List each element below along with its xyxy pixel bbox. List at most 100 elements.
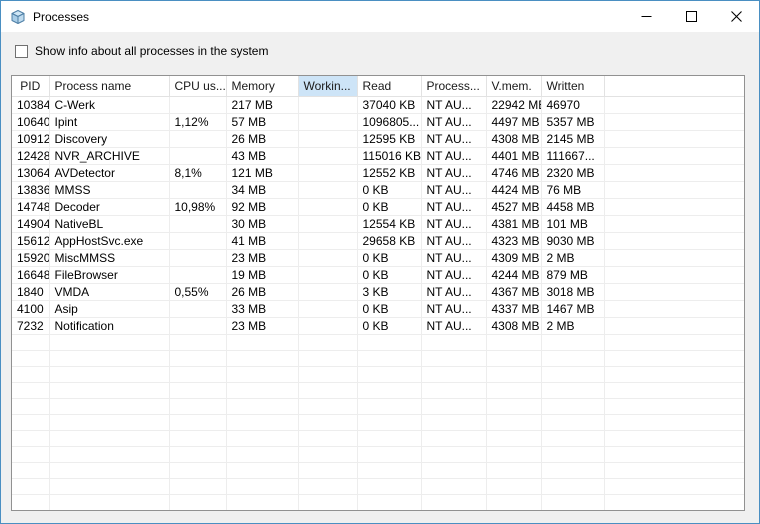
- empty-cell: [49, 382, 169, 398]
- cell: AVDetector: [49, 164, 169, 181]
- empty-cell: [421, 494, 486, 510]
- table-row[interactable]: 4100Asip33 MB0 KBNT AU...4337 MB1467 MB: [12, 300, 744, 317]
- cell: NT AU...: [421, 181, 486, 198]
- cell: [604, 164, 744, 181]
- title-bar[interactable]: Processes: [1, 1, 759, 32]
- table-row[interactable]: 13064AVDetector8,1%121 MB12552 KBNT AU..…: [12, 164, 744, 181]
- empty-cell: [486, 430, 541, 446]
- cell: [604, 266, 744, 283]
- cell: 46970: [541, 96, 604, 113]
- table-row[interactable]: 1840VMDA0,55%26 MB3 KBNT AU...4367 MB301…: [12, 283, 744, 300]
- empty-cell: [486, 350, 541, 366]
- table-row[interactable]: 15920MiscMMSS23 MB0 KBNT AU...4309 MB2 M…: [12, 249, 744, 266]
- column-header-read[interactable]: Read: [357, 76, 421, 96]
- empty-cell: [12, 462, 49, 478]
- table-row[interactable]: 10384C-Werk217 MB37040 KBNT AU...22942 M…: [12, 96, 744, 113]
- empty-cell: [49, 446, 169, 462]
- close-button[interactable]: [714, 1, 759, 32]
- empty-cell: [604, 334, 744, 350]
- cell: 10,98%: [169, 198, 226, 215]
- cell: 2 MB: [541, 249, 604, 266]
- cell: 1467 MB: [541, 300, 604, 317]
- empty-cell: [226, 446, 298, 462]
- empty-cell: [421, 398, 486, 414]
- empty-row: [12, 478, 744, 494]
- cell: NT AU...: [421, 198, 486, 215]
- column-header-process[interactable]: Process...: [421, 76, 486, 96]
- empty-cell: [49, 462, 169, 478]
- cell: 10912: [12, 130, 49, 147]
- table-row[interactable]: 15612AppHostSvc.exe41 MB29658 KBNT AU...…: [12, 232, 744, 249]
- cell: 0 KB: [357, 266, 421, 283]
- cell: 37040 KB: [357, 96, 421, 113]
- cell: [604, 181, 744, 198]
- empty-cell: [298, 414, 357, 430]
- process-table: PIDProcess nameCPU us...MemoryWorkin...R…: [12, 76, 744, 511]
- column-header-memory[interactable]: Memory: [226, 76, 298, 96]
- cell: 115016 KB: [357, 147, 421, 164]
- cell: AppHostSvc.exe: [49, 232, 169, 249]
- cell: [298, 300, 357, 317]
- column-header-v-mem[interactable]: V.mem.: [486, 76, 541, 96]
- empty-cell: [169, 350, 226, 366]
- cell: 2320 MB: [541, 164, 604, 181]
- cell: 15612: [12, 232, 49, 249]
- empty-cell: [169, 366, 226, 382]
- column-header-workin[interactable]: Workin...: [298, 76, 357, 96]
- column-header-written[interactable]: Written: [541, 76, 604, 96]
- column-header-process-name[interactable]: Process name: [49, 76, 169, 96]
- empty-cell: [541, 350, 604, 366]
- cell: Notification: [49, 317, 169, 334]
- empty-cell: [486, 462, 541, 478]
- cell: NT AU...: [421, 130, 486, 147]
- cell: 26 MB: [226, 283, 298, 300]
- empty-cell: [421, 462, 486, 478]
- process-list[interactable]: PIDProcess nameCPU us...MemoryWorkin...R…: [11, 75, 745, 511]
- cell: [604, 147, 744, 164]
- cell: 22942 MB: [486, 96, 541, 113]
- empty-row: [12, 446, 744, 462]
- column-header-pid[interactable]: PID: [12, 76, 49, 96]
- cell: NT AU...: [421, 300, 486, 317]
- empty-cell: [12, 334, 49, 350]
- table-row[interactable]: 7232Notification23 MB0 KBNT AU...4308 MB…: [12, 317, 744, 334]
- cell: 23 MB: [226, 249, 298, 266]
- empty-cell: [357, 334, 421, 350]
- cell: NT AU...: [421, 283, 486, 300]
- table-row[interactable]: 14748Decoder10,98%92 MB0 KBNT AU...4527 …: [12, 198, 744, 215]
- empty-cell: [12, 430, 49, 446]
- column-header-cpu-us[interactable]: CPU us...: [169, 76, 226, 96]
- show-all-checkbox[interactable]: [15, 45, 28, 58]
- empty-cell: [357, 350, 421, 366]
- cell: NativeBL: [49, 215, 169, 232]
- empty-cell: [12, 366, 49, 382]
- table-row[interactable]: 10640Ipint1,12%57 MB1096805...NT AU...44…: [12, 113, 744, 130]
- maximize-button[interactable]: [669, 1, 714, 32]
- empty-cell: [604, 446, 744, 462]
- empty-cell: [604, 350, 744, 366]
- cell: 4497 MB: [486, 113, 541, 130]
- cell: [169, 181, 226, 198]
- empty-row: [12, 398, 744, 414]
- cell: [604, 317, 744, 334]
- cell: [604, 249, 744, 266]
- table-row[interactable]: 13836MMSS34 MB0 KBNT AU...4424 MB76 MB: [12, 181, 744, 198]
- cell: 0 KB: [357, 317, 421, 334]
- cell: [169, 249, 226, 266]
- cell: [604, 300, 744, 317]
- minimize-button[interactable]: [624, 1, 669, 32]
- cell: 4458 MB: [541, 198, 604, 215]
- empty-cell: [226, 398, 298, 414]
- empty-cell: [226, 382, 298, 398]
- cell: 29658 KB: [357, 232, 421, 249]
- column-header-filler[interactable]: [604, 76, 744, 96]
- table-row[interactable]: 14904NativeBL30 MB12554 KBNT AU...4381 M…: [12, 215, 744, 232]
- empty-cell: [357, 478, 421, 494]
- table-row[interactable]: 10912Discovery26 MB12595 KBNT AU...4308 …: [12, 130, 744, 147]
- table-row[interactable]: 16648FileBrowser19 MB0 KBNT AU...4244 MB…: [12, 266, 744, 283]
- empty-cell: [421, 446, 486, 462]
- empty-cell: [421, 382, 486, 398]
- cell: [298, 181, 357, 198]
- table-row[interactable]: 12428NVR_ARCHIVE43 MB115016 KBNT AU...44…: [12, 147, 744, 164]
- empty-cell: [169, 446, 226, 462]
